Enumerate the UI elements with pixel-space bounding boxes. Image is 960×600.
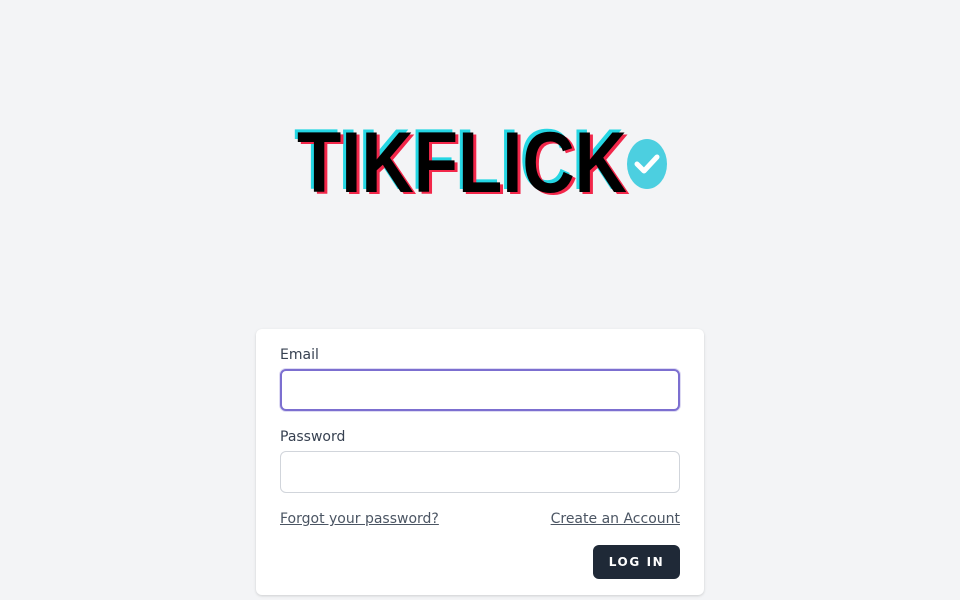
tikflick-logo: TIKFLICK TIKFLICK TIKFLICK <box>290 112 670 198</box>
login-button[interactable]: LOG IN <box>593 545 680 579</box>
password-label: Password <box>280 429 346 445</box>
email-label: Email <box>280 347 319 363</box>
password-field[interactable] <box>280 451 680 493</box>
create-account-link[interactable]: Create an Account <box>551 510 680 528</box>
login-card: Email Password Forgot your password? Cre… <box>256 329 704 595</box>
email-field[interactable] <box>280 369 680 411</box>
check-badge-icon <box>627 139 667 189</box>
logo-text: TIKFLICK <box>297 115 627 198</box>
forgot-password-link[interactable]: Forgot your password? <box>280 510 439 528</box>
login-page: TIKFLICK TIKFLICK TIKFLICK Email Passwor… <box>0 0 960 600</box>
logo-graphic: TIKFLICK TIKFLICK TIKFLICK <box>294 112 667 198</box>
